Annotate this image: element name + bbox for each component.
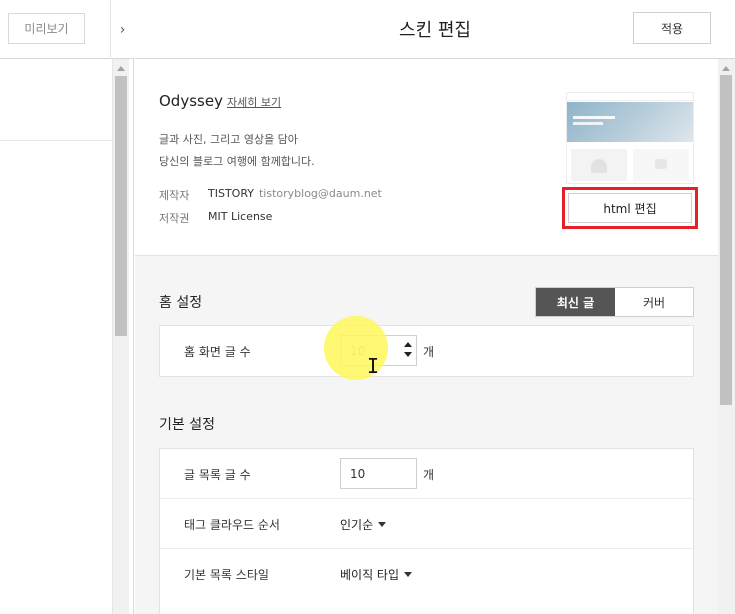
tag-cloud-order-value: 인기순 [340,517,374,532]
skin-description-line: 당신의 블로그 여행에 함께합니다. [159,155,315,168]
home-mode-toggle: 최신 글 커버 [535,287,694,317]
basic-settings-box: 글 목록 글 수 10 개 태그 클라우드 순서 인기순 기본 목록 스타일 베… [159,448,694,614]
thumbnail-hero [567,102,693,142]
skin-name: Odyssey [159,92,223,110]
scroll-up-arrow-icon[interactable] [117,66,125,71]
maker-email: tistoryblog@daum.net [258,187,382,200]
license-value: MIT License [208,210,273,223]
collapse-panel-button[interactable]: › [110,0,134,59]
html-edit-button[interactable]: html 편집 [568,193,692,223]
tag-cloud-order-row: 태그 클라우드 순서 인기순 [160,499,693,549]
tag-cloud-order-dropdown[interactable]: 인기순 [340,499,387,549]
maker-value: TISTORY [208,187,254,200]
list-post-count-input[interactable]: 10 [340,458,417,489]
thumbnail-hero-text [573,116,615,119]
list-post-count-row: 글 목록 글 수 10 개 [160,449,693,499]
caret-down-icon [378,521,387,527]
text-cursor-icon: I [367,354,380,378]
home-post-count-row: 홈 화면 글 수 10 개 [160,326,693,376]
license-row: 저작권 MIT License [159,210,272,226]
scroll-up-arrow-icon[interactable] [722,66,730,71]
maker-label: 제작자 [159,189,190,202]
thumbnail-product-image [655,159,667,169]
list-post-count-value: 10 [350,466,366,481]
chevron-right-icon: › [119,21,126,38]
spin-down-icon[interactable] [404,352,412,357]
list-style-label: 기본 목록 스타일 [184,567,269,582]
home-post-count-unit: 개 [423,344,435,359]
tag-cloud-order-label: 태그 클라우드 순서 [184,517,280,532]
skin-detail-link[interactable]: 자세히 보기 [227,94,281,110]
thumbnail-chair-image [591,159,607,173]
editor-scrollbar[interactable] [718,59,735,614]
list-style-row: 기본 목록 스타일 베이직 타입 [160,549,693,599]
spin-up-icon[interactable] [404,342,412,347]
home-settings-title: 홈 설정 [159,295,203,311]
skin-info-card: Odyssey 자세히 보기 글과 사진, 그리고 영상을 담아 당신의 블로그… [135,59,718,256]
html-edit-highlight: html 편집 [562,187,698,229]
toggle-latest-posts[interactable]: 최신 글 [536,288,615,316]
editor-header: 스킨 편집 적용 [135,0,735,59]
skin-description: 글과 사진, 그리고 영상을 담아 당신의 블로그 여행에 함께합니다. [159,129,315,173]
list-post-count-unit: 개 [423,467,435,482]
number-spinner[interactable] [403,339,414,362]
maker-row: 제작자 TISTORY tistoryblog@daum.net [159,187,382,203]
caret-down-icon [404,571,413,577]
skin-thumbnail [566,92,694,184]
preview-pane: 미리보기 › [0,0,134,614]
preview-divider [0,140,112,141]
home-post-count-label: 홈 화면 글 수 [184,344,251,359]
list-style-value: 베이직 타입 [340,567,400,582]
license-label: 저작권 [159,212,190,225]
apply-button[interactable]: 적용 [633,12,711,44]
home-settings-box: 홈 화면 글 수 10 개 [159,325,694,377]
toggle-cover[interactable]: 커버 [615,288,693,316]
scrollbar-thumb[interactable] [720,75,732,405]
thumbnail-hero-text [573,122,603,125]
skin-description-line: 글과 사진, 그리고 영상을 담아 [159,133,298,146]
preview-scrollbar[interactable] [112,59,129,614]
skin-editor-pane: 스킨 편집 적용 Odyssey 자세히 보기 글과 사진, 그리고 영상을 담… [135,0,735,614]
scrollbar-thumb[interactable] [115,76,127,336]
preview-toolbar: 미리보기 › [0,0,134,59]
list-style-dropdown[interactable]: 베이직 타입 [340,549,413,599]
thumbnail-topbar [567,93,693,101]
basic-settings-title: 기본 설정 [159,417,215,433]
preview-button[interactable]: 미리보기 [8,13,85,44]
list-post-count-label: 글 목록 글 수 [184,467,251,482]
